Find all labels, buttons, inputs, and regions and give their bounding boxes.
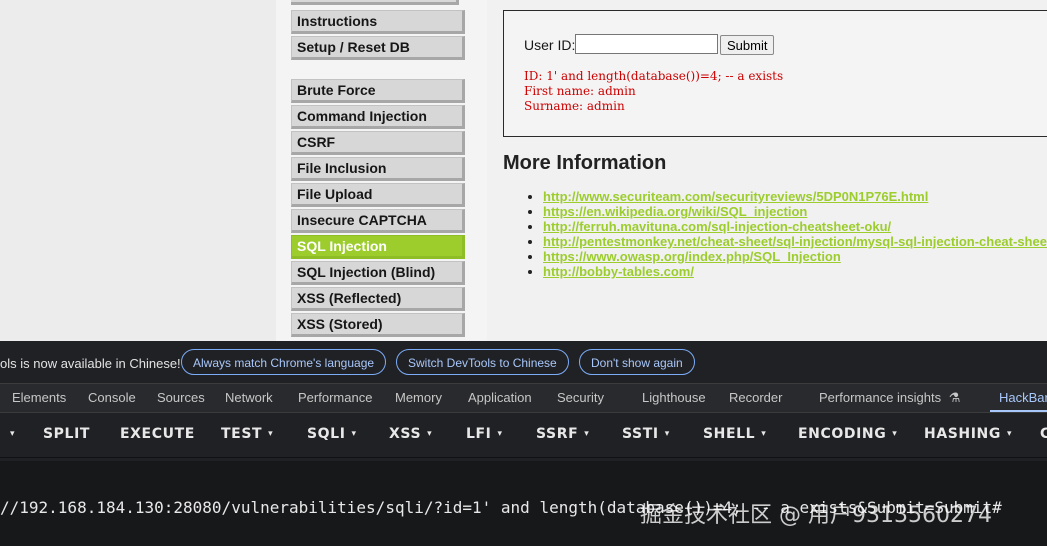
hashing-label: HASHING (924, 426, 1001, 442)
more-information-heading: More Information (503, 152, 667, 174)
tab-elements[interactable]: Elements (12, 390, 66, 405)
output-first-name: First name: admin (524, 84, 636, 98)
chevron-down-icon: ▾ (761, 429, 767, 439)
link-ferruh[interactable]: http://ferruh.mavituna.com/sql-injection… (543, 219, 891, 234)
link-bobby-tables[interactable]: http://bobby-tables.com/ (543, 264, 694, 279)
submit-button[interactable]: Submit (720, 35, 775, 55)
tab-lighthouse[interactable]: Lighthouse (642, 390, 706, 405)
tab-performance[interactable]: Performance (298, 390, 372, 405)
encoding-menu-button[interactable]: ENCODING ▾ (798, 426, 897, 442)
menu-item-command-injection[interactable]: Command Injection (291, 105, 465, 129)
menu-item-csrf[interactable]: CSRF (291, 131, 465, 155)
hackbar-url-field[interactable]: //192.168.184.130:28080/vulnerabilities/… (0, 461, 1047, 546)
devtools-tab-bar: Elements Console Sources Network Perform… (0, 383, 1047, 413)
menu-item-file-inclusion[interactable]: File Inclusion (291, 157, 465, 181)
encoding-label: ENCODING (798, 426, 887, 442)
ssrf-menu-button[interactable]: SSRF ▾ (536, 426, 589, 442)
link-pentestmonkey[interactable]: http://pentestmonkey.net/cheat-sheet/sql… (543, 234, 1047, 249)
menu-item-insecure-captcha[interactable]: Insecure CAPTCHA (291, 209, 465, 233)
chevron-down-icon: ▾ (664, 429, 670, 439)
chevron-down-icon: ▾ (10, 429, 16, 439)
user-id-input[interactable] (575, 34, 718, 54)
ssrf-label: SSRF (536, 426, 579, 442)
switch-to-chinese-button[interactable]: Switch DevTools to Chinese (396, 349, 569, 375)
left-margin (0, 0, 276, 341)
reference-links: http://www.securiteam.com/securityreview… (503, 189, 1047, 279)
user-id-label: User ID: (524, 37, 576, 53)
language-infobar: ols is now available in Chinese! Always … (0, 341, 1047, 383)
output-id-line: ID: 1' and length(database())=4; -- a ex… (524, 69, 784, 83)
dvwa-page: Instructions Setup / Reset DB Brute Forc… (0, 0, 1047, 341)
dont-show-again-button[interactable]: Don't show again (579, 349, 695, 375)
list-item: https://en.wikipedia.org/wiki/SQL_inject… (543, 204, 1047, 219)
flask-icon: ⚗ (948, 390, 961, 405)
xss-menu-button[interactable]: XSS ▾ (389, 426, 432, 442)
menu-item-instructions[interactable]: Instructions (291, 10, 465, 34)
link-wikipedia[interactable]: https://en.wikipedia.org/wiki/SQL_inject… (543, 204, 807, 219)
menu-item-xss-reflected[interactable]: XSS (Reflected) (291, 287, 465, 311)
xss-label: XSS (389, 426, 422, 442)
tab-memory[interactable]: Memory (395, 390, 442, 405)
tab-performance-insights[interactable]: Performance insights ⚗ (819, 390, 960, 406)
shell-label: SHELL (703, 426, 756, 442)
chevron-down-icon: ▾ (351, 429, 357, 439)
load-dropdown-caret[interactable]: ▾ (10, 426, 15, 442)
list-item: http://www.securiteam.com/securityreview… (543, 189, 1047, 204)
test-label: TEST (221, 426, 263, 442)
link-owasp[interactable]: https://www.owasp.org/index.php/SQL_Inje… (543, 249, 841, 264)
sidebar-menu: Instructions Setup / Reset DB Brute Forc… (276, 0, 487, 341)
menu-item-sql-injection-blind[interactable]: SQL Injection (Blind) (291, 261, 465, 285)
tab-hackbar[interactable]: HackBar (999, 390, 1047, 405)
tab-sources[interactable]: Sources (157, 390, 205, 405)
hackbar-toolbar: ▾ SPLIT EXECUTE TEST ▾ SQLI ▾ XSS ▾ LFI ▾ SS… (0, 413, 1047, 457)
execute-button[interactable]: EXECUTE (120, 426, 195, 442)
menu-item-partial (291, 0, 459, 5)
tab-application[interactable]: Application (468, 390, 532, 405)
chevron-down-icon: ▾ (892, 429, 898, 439)
truncated-menu-button[interactable]: C (1040, 426, 1047, 442)
tab-console[interactable]: Console (88, 390, 136, 405)
tab-recorder[interactable]: Recorder (729, 390, 782, 405)
link-securiteam[interactable]: http://www.securiteam.com/securityreview… (543, 189, 928, 204)
chevron-down-icon: ▾ (497, 429, 503, 439)
chevron-down-icon: ▾ (1006, 429, 1013, 439)
vulnerable-code-area: User ID: Submit ID: 1' and length(databa… (503, 10, 1047, 137)
list-item: https://www.owasp.org/index.php/SQL_Inje… (543, 249, 1047, 264)
chevron-down-icon: ▾ (427, 429, 433, 439)
chevron-down-icon: ▾ (584, 429, 590, 439)
tab-security[interactable]: Security (557, 390, 604, 405)
menu-item-setup[interactable]: Setup / Reset DB (291, 36, 465, 60)
menu-item-brute-force[interactable]: Brute Force (291, 79, 465, 103)
watermark-text: 掘金技术社区 @ 用户9313560274 (640, 503, 992, 528)
list-item: http://ferruh.mavituna.com/sql-injection… (543, 219, 1047, 234)
ssti-menu-button[interactable]: SSTI ▾ (622, 426, 670, 442)
sqli-label: SQLI (307, 426, 346, 442)
devtools-panel: ols is now available in Chinese! Always … (0, 341, 1047, 546)
tab-network[interactable]: Network (225, 390, 273, 405)
toolbar-divider (0, 457, 1047, 458)
split-button[interactable]: SPLIT (43, 426, 90, 442)
menu-item-file-upload[interactable]: File Upload (291, 183, 465, 207)
lfi-menu-button[interactable]: LFI ▾ (466, 426, 503, 442)
menu-item-xss-stored[interactable]: XSS (Stored) (291, 313, 465, 337)
infobar-message: ols is now available in Chinese! (0, 356, 181, 371)
sqli-menu-button[interactable]: SQLI ▾ (307, 426, 357, 442)
active-tab-indicator (990, 410, 1047, 412)
chevron-down-icon: ▾ (268, 429, 274, 439)
output-surname: Surname: admin (524, 99, 625, 113)
test-menu-button[interactable]: TEST ▾ (221, 426, 273, 442)
lfi-label: LFI (466, 426, 492, 442)
list-item: http://pentestmonkey.net/cheat-sheet/sql… (543, 234, 1047, 249)
tab-performance-insights-label: Performance insights (819, 390, 942, 405)
ssti-label: SSTI (622, 426, 659, 442)
hashing-menu-button[interactable]: HASHING ▾ (924, 426, 1012, 442)
menu-item-sql-injection[interactable]: SQL Injection (291, 235, 465, 259)
always-match-language-button[interactable]: Always match Chrome's language (181, 349, 387, 375)
list-item: http://bobby-tables.com/ (543, 264, 1047, 279)
main-content: User ID: Submit ID: 1' and length(databa… (487, 0, 1047, 341)
shell-menu-button[interactable]: SHELL ▾ (703, 426, 766, 442)
